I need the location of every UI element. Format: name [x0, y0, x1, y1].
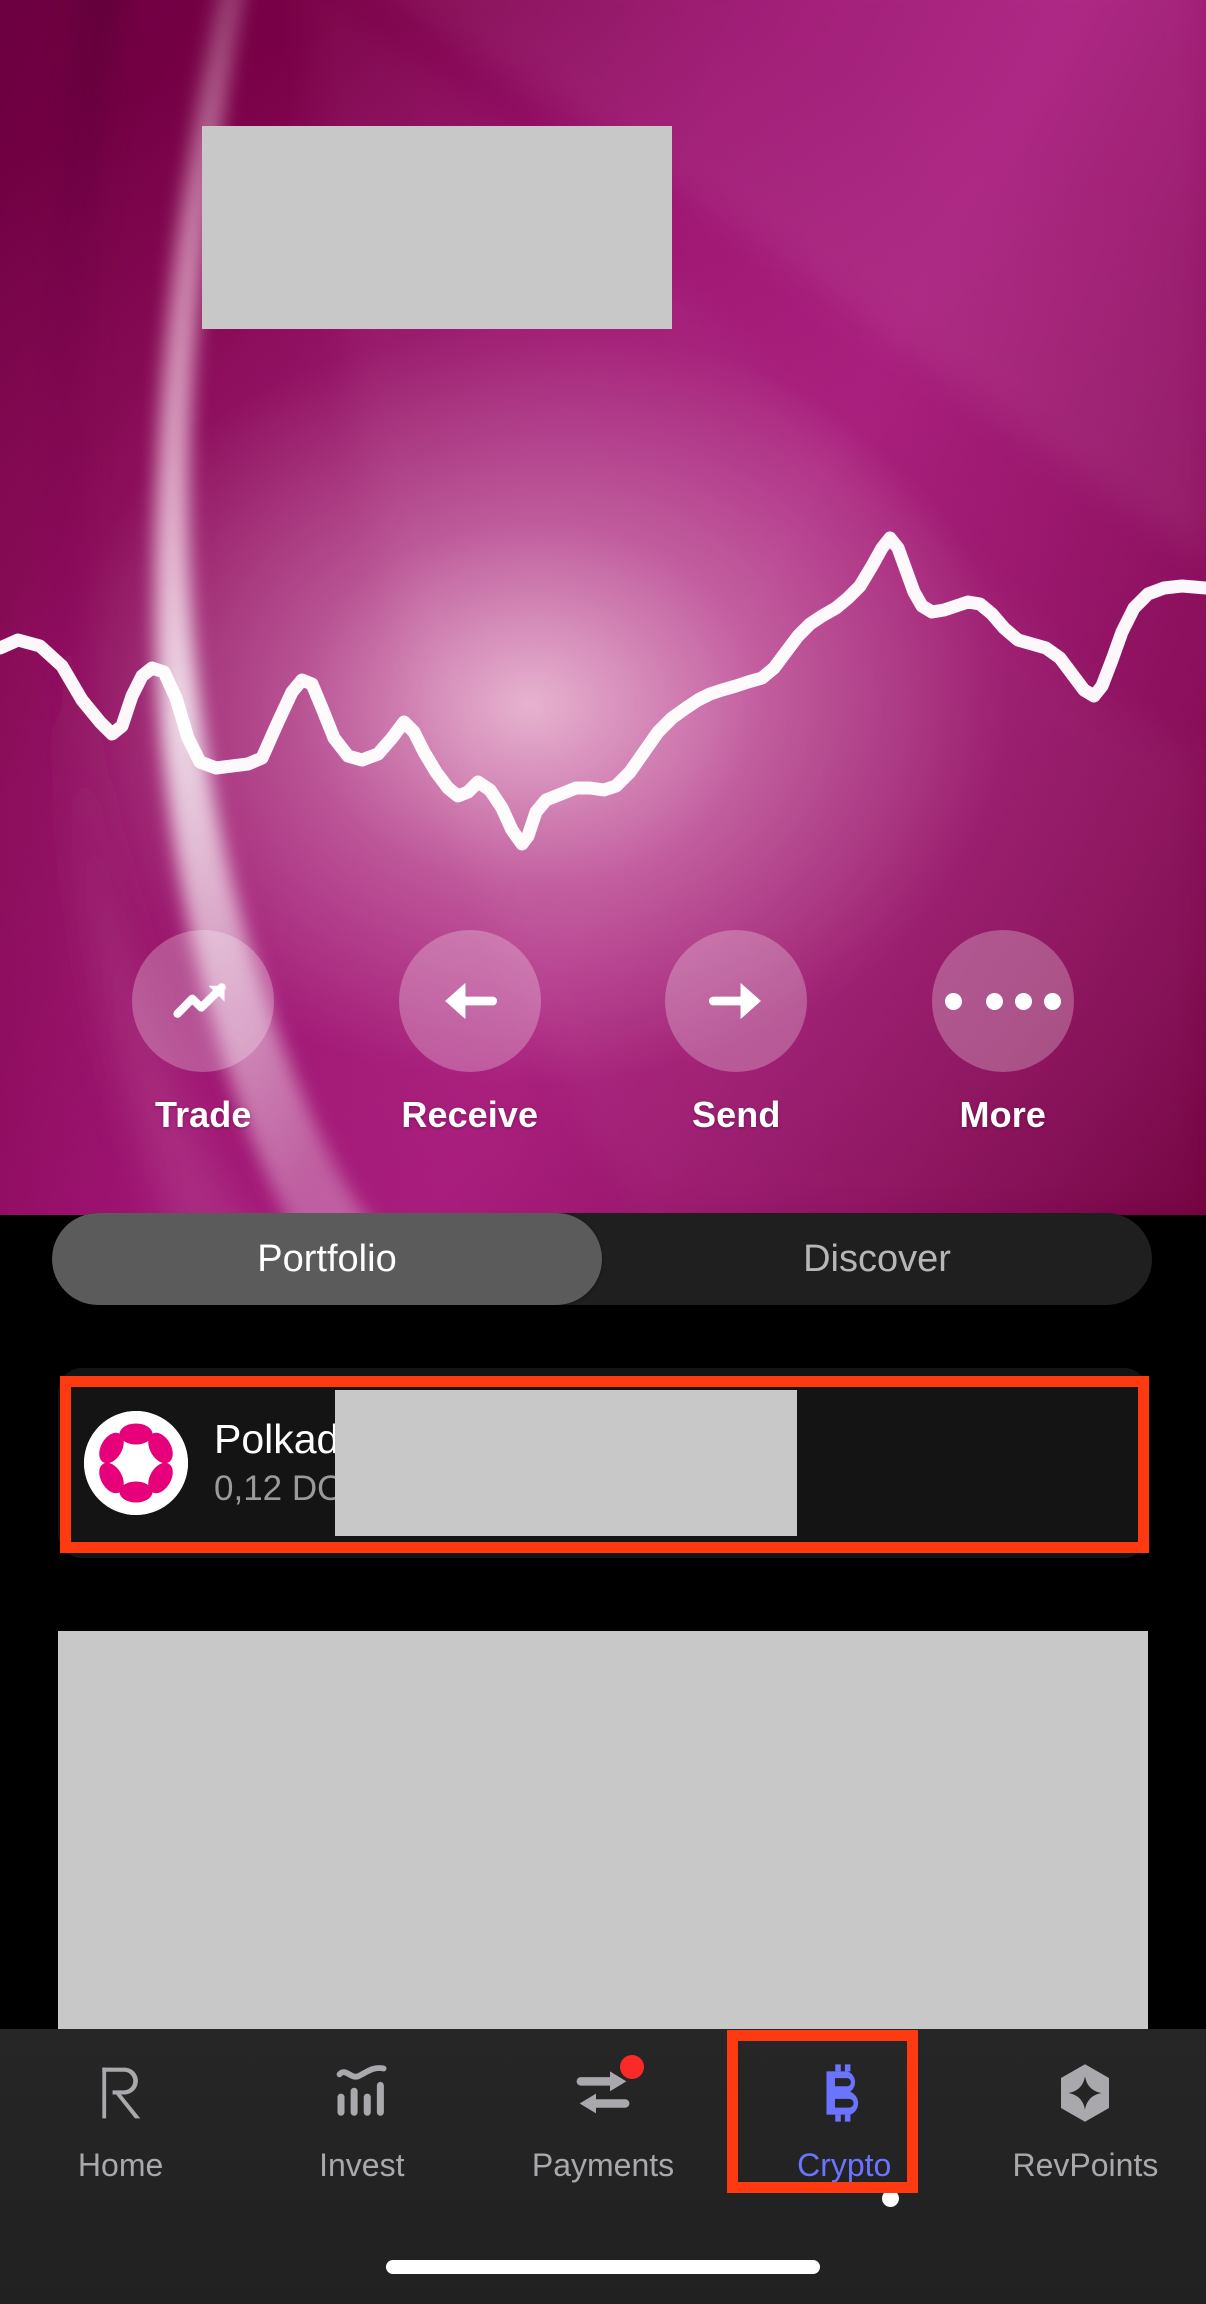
crypto-active-indicator-dot	[882, 2190, 900, 2207]
action-label-send: Send	[692, 1094, 781, 1135]
action-button-trade[interactable]: Trade	[123, 930, 283, 1136]
tab-portfolio-label: Portfolio	[257, 1237, 397, 1280]
tab-crypto-icon-wrap	[809, 2051, 879, 2135]
action-label-receive: Receive	[401, 1094, 539, 1135]
tab-discover-label: Discover	[803, 1237, 951, 1280]
tab-home-label: Home	[77, 2147, 164, 2183]
tab-discover[interactable]: Discover	[602, 1213, 1152, 1305]
tab-bar-items: Home Invest Payments Crypto RevPoints	[0, 2051, 1206, 2207]
balance-redaction-block	[202, 126, 672, 329]
trade-button-circle[interactable]	[132, 930, 275, 1072]
receive-button-circle[interactable]	[398, 930, 541, 1072]
hexagon-star-icon	[1061, 2064, 1110, 2122]
hero-header: Trade Receive Send More	[0, 0, 1206, 1215]
tab-revpoints[interactable]: RevPoints	[965, 2051, 1206, 2201]
send-button-circle[interactable]	[665, 930, 808, 1072]
bitcoin-icon	[826, 2064, 859, 2122]
payments-notification-badge	[620, 2055, 644, 2079]
tab-crypto[interactable]: Crypto	[724, 2051, 965, 2207]
tab-home[interactable]: Home	[0, 2051, 241, 2201]
tab-invest-label: Invest	[319, 2147, 405, 2183]
tab-invest-icon-wrap	[327, 2051, 397, 2135]
polkadot-logo-glyph	[84, 1411, 188, 1515]
row-value-redaction-block	[335, 1390, 797, 1536]
tab-portfolio[interactable]: Portfolio	[52, 1213, 602, 1305]
tab-payments-icon-wrap	[568, 2051, 644, 2135]
action-label-more: More	[959, 1094, 1046, 1135]
tab-crypto-label: Crypto	[797, 2147, 892, 2183]
tab-revpoints-label: RevPoints	[1012, 2147, 1159, 2183]
trending-up-icon	[173, 983, 227, 1018]
revolut-r-icon	[101, 2067, 140, 2119]
tab-payments[interactable]: Payments	[482, 2051, 723, 2201]
action-button-send[interactable]: Send	[656, 930, 816, 1136]
tab-invest[interactable]: Invest	[241, 2051, 482, 2201]
tab-home-icon-wrap	[86, 2051, 156, 2135]
ellipsis-icon	[944, 992, 1061, 1010]
portfolio-discover-segmented-control[interactable]: Portfolio Discover	[52, 1213, 1152, 1305]
bottom-tab-bar: Home Invest Payments Crypto RevPoints	[0, 2029, 1206, 2304]
app-root: Trade Receive Send More Portfolio Discov…	[0, 0, 1206, 2304]
bar-chart-icon	[336, 2065, 387, 2116]
content-redaction-block	[58, 1631, 1148, 2029]
arrow-right-icon	[709, 982, 762, 1020]
arrow-left-icon	[444, 982, 497, 1020]
action-button-receive[interactable]: Receive	[390, 930, 550, 1136]
quick-actions-row: Trade Receive Send More	[0, 930, 1206, 1180]
portfolio-sparkline-chart	[0, 531, 1206, 851]
home-indicator	[386, 2260, 820, 2274]
more-button-circle[interactable]	[931, 930, 1074, 1072]
action-button-more[interactable]: More	[923, 930, 1083, 1136]
action-label-trade: Trade	[154, 1094, 252, 1135]
tab-payments-label: Payments	[531, 2147, 675, 2183]
tab-revpoints-icon-wrap	[1049, 2051, 1121, 2135]
polkadot-icon	[84, 1411, 188, 1515]
